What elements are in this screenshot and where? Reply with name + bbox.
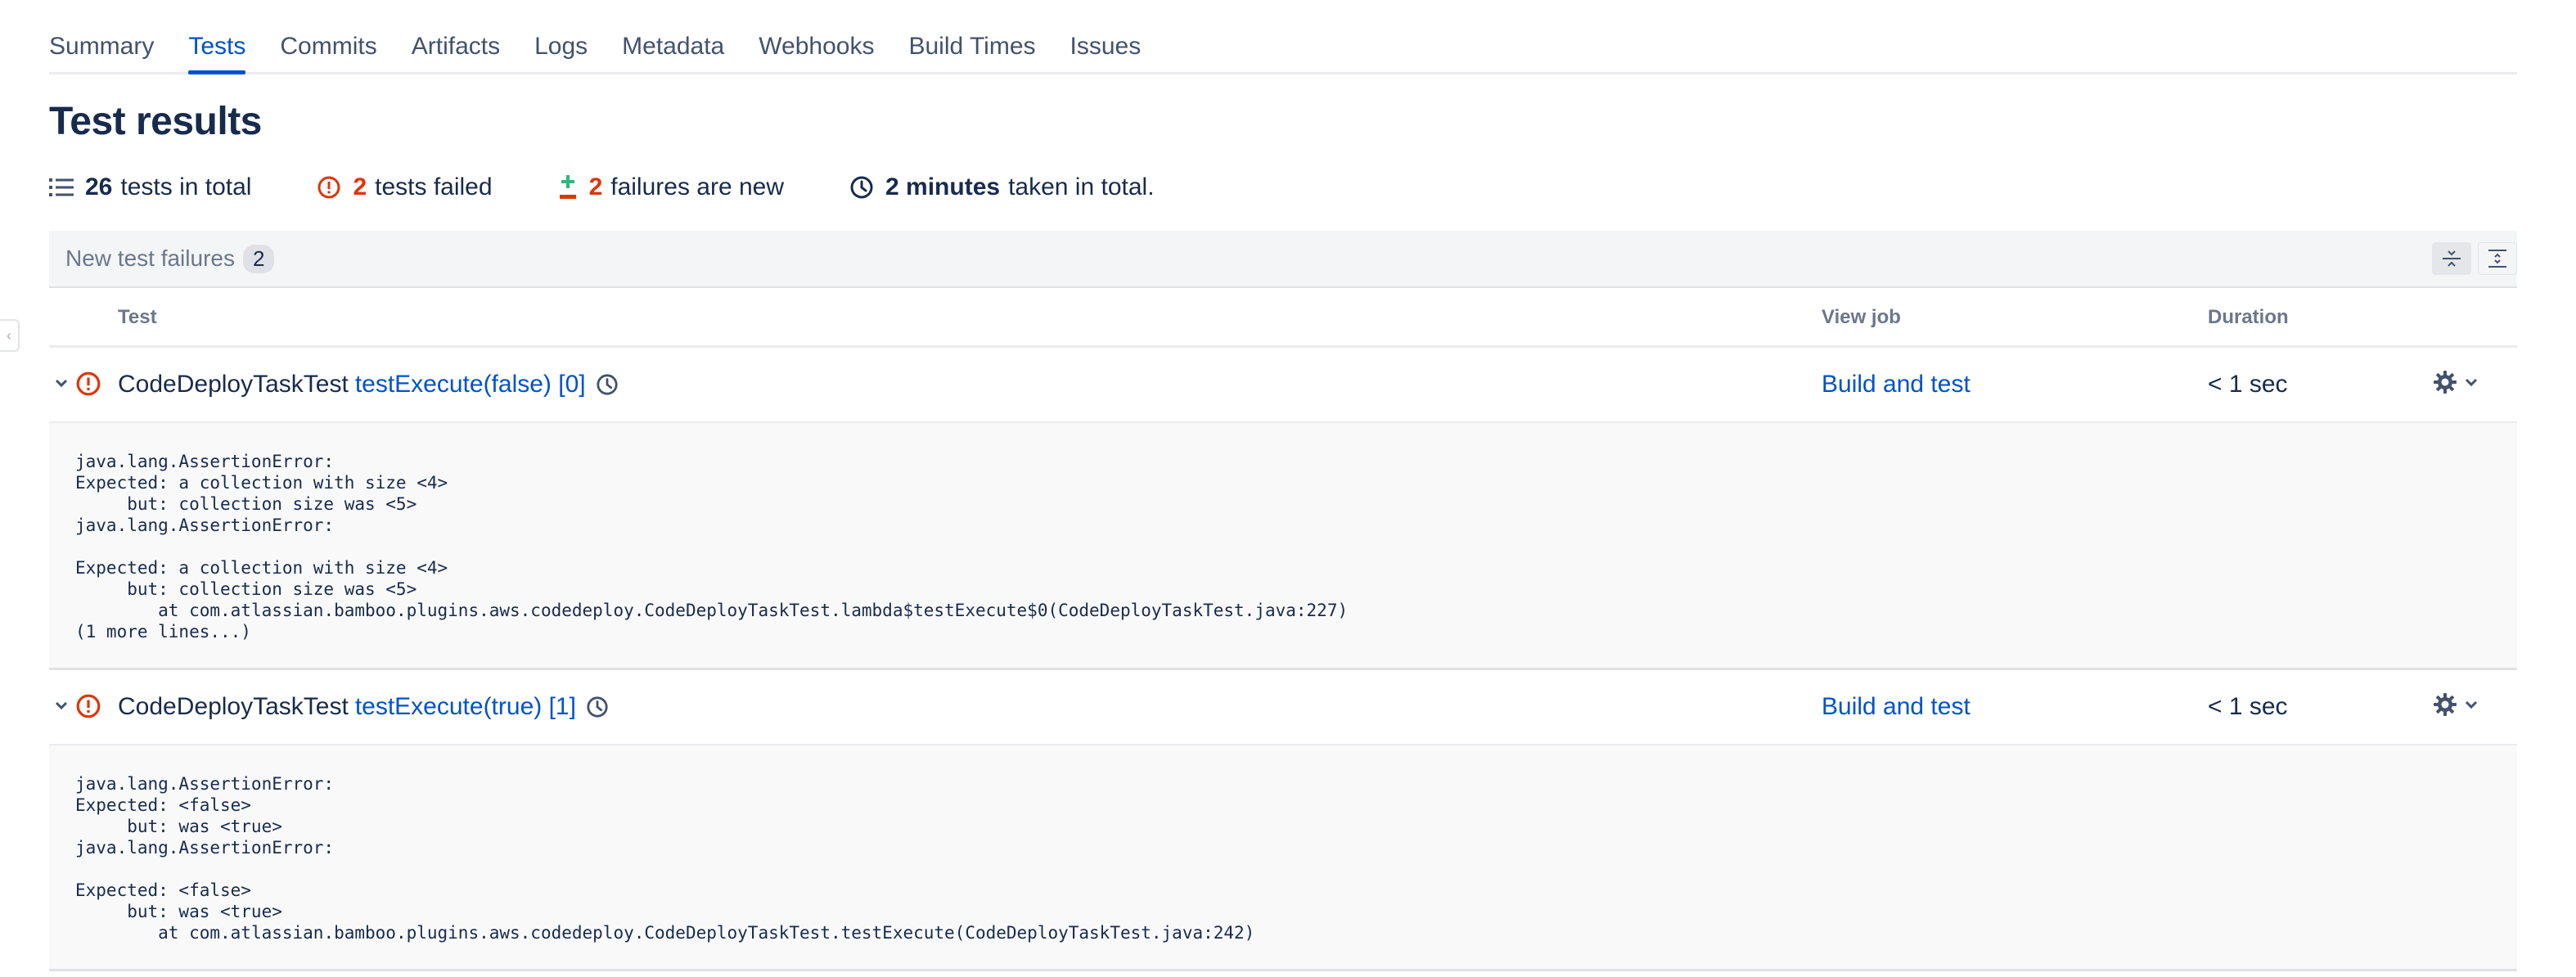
test-stats: 26 tests in total 2 tests failed 2 failu… xyxy=(49,171,2517,204)
list-icon xyxy=(49,178,74,196)
tab-commits[interactable]: Commits xyxy=(280,0,376,72)
column-view-job[interactable]: View job xyxy=(1822,306,1901,329)
row-actions-button[interactable] xyxy=(2432,369,2479,395)
tab-logs[interactable]: Logs xyxy=(534,0,588,72)
test-name: CodeDeployTaskTest testExecute(false) [0… xyxy=(118,371,619,398)
panel-title: New test failures xyxy=(65,245,235,271)
stack-trace: java.lang.AssertionError: Expected: a co… xyxy=(49,423,2517,670)
stack-trace-text: java.lang.AssertionError: Expected: <fal… xyxy=(75,774,1255,943)
tab-issues[interactable]: Issues xyxy=(1070,0,1142,72)
stat-failed: 2 tests failed xyxy=(317,173,493,201)
sidebar-expand-handle[interactable]: ‹ xyxy=(0,319,20,352)
column-test[interactable]: Test xyxy=(118,306,157,329)
new-failures-count: 2 xyxy=(588,173,603,200)
tab-tests[interactable]: Tests xyxy=(188,0,246,74)
expand-all-icon xyxy=(2488,250,2506,268)
time-value: 2 minutes xyxy=(885,173,1001,200)
view-job-link[interactable]: Build and test xyxy=(1822,693,1970,721)
collapse-all-button[interactable] xyxy=(2432,242,2471,275)
stack-trace-text: java.lang.AssertionError: Expected: a co… xyxy=(75,452,1349,642)
page-title: Test results xyxy=(49,100,262,143)
gear-icon xyxy=(2434,371,2457,394)
table-header: Test View job Duration xyxy=(49,288,2517,348)
stat-time: 2 minutes taken in total. xyxy=(849,173,1155,201)
chevron-down-icon xyxy=(2465,378,2478,387)
panel-tools xyxy=(2432,242,2517,275)
test-class: CodeDeployTaskTest xyxy=(118,693,349,720)
test-name: CodeDeployTaskTest testExecute(true) [1] xyxy=(118,693,609,721)
gear-icon xyxy=(2434,693,2457,716)
duration: < 1 sec xyxy=(2208,693,2288,720)
row-actions-button[interactable] xyxy=(2432,691,2479,718)
chevron-down-icon xyxy=(2465,700,2478,709)
total-label: tests in total xyxy=(120,173,252,200)
total-count: 26 xyxy=(85,173,113,200)
page: Summary Tests Commits Artifacts Logs Met… xyxy=(49,0,2517,971)
collapse-all-icon xyxy=(2443,250,2461,267)
new-failure-icon xyxy=(559,175,576,199)
tab-summary[interactable]: Summary xyxy=(49,0,154,72)
chevron-left-icon: ‹ xyxy=(7,326,11,344)
failed-count: 2 xyxy=(353,173,367,200)
stack-trace: java.lang.AssertionError: Expected: <fal… xyxy=(49,745,2517,971)
error-icon xyxy=(76,694,101,718)
duration: < 1 sec xyxy=(2208,371,2288,398)
view-job-link[interactable]: Build and test xyxy=(1822,371,1970,398)
tab-webhooks[interactable]: Webhooks xyxy=(759,0,874,72)
tab-build-times[interactable]: Build Times xyxy=(908,0,1035,72)
table-row[interactable]: CodeDeployTaskTest testExecute(true) [1]… xyxy=(49,670,2517,745)
error-icon xyxy=(317,176,340,199)
table-row[interactable]: CodeDeployTaskTest testExecute(false) [0… xyxy=(49,348,2517,423)
clock-icon xyxy=(850,176,873,199)
stat-total: 26 tests in total xyxy=(49,173,251,201)
tab-bar: Summary Tests Commits Artifacts Logs Met… xyxy=(49,0,2517,74)
stat-new-failures: 2 failures are new xyxy=(558,173,784,201)
error-icon xyxy=(76,371,101,396)
history-clock-icon[interactable] xyxy=(586,696,609,718)
time-label: taken in total. xyxy=(1008,173,1155,200)
failure-count-badge: 2 xyxy=(242,244,275,273)
column-duration[interactable]: Duration xyxy=(2208,306,2289,329)
test-method-link[interactable]: testExecute(false) [0] xyxy=(355,371,586,398)
history-clock-icon[interactable] xyxy=(596,373,619,396)
new-failures-label: failures are new xyxy=(610,173,785,200)
tab-metadata[interactable]: Metadata xyxy=(622,0,724,72)
panel-header: New test failures 2 xyxy=(49,231,2517,288)
test-class: CodeDeployTaskTest xyxy=(118,371,349,398)
tab-artifacts[interactable]: Artifacts xyxy=(412,0,500,72)
chevron-down-icon[interactable] xyxy=(52,696,70,714)
expand-all-button[interactable] xyxy=(2478,242,2517,275)
test-method-link[interactable]: testExecute(true) [1] xyxy=(355,693,576,721)
chevron-down-icon[interactable] xyxy=(52,374,70,392)
failed-label: tests failed xyxy=(375,173,493,200)
new-test-failures-panel: New test failures 2 Test View job Durati… xyxy=(49,231,2517,971)
